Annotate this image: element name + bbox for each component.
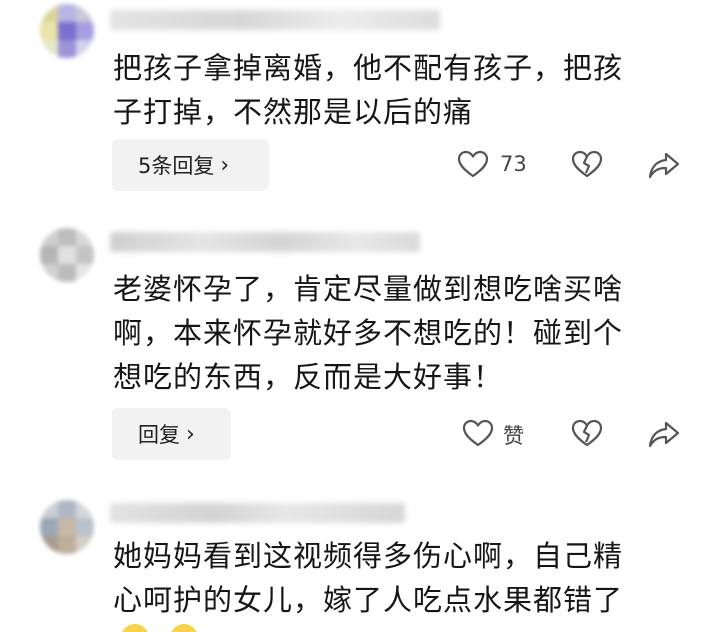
- reply-button[interactable]: 回复 ›: [112, 408, 231, 460]
- emoji-icon: [121, 624, 149, 632]
- comment-text-line: 心呵护的女儿，嫁了人吃点水果都错了: [113, 583, 624, 617]
- avatar[interactable]: [40, 4, 94, 58]
- comment-text: 把孩子拿掉离婚，他不配有孩子，把孩 子打掉，不然那是以后的痛: [113, 46, 673, 134]
- comment-text-line: 把孩子拿掉离婚，他不配有孩子，把孩: [113, 51, 624, 85]
- reply-label: 回复: [138, 423, 180, 447]
- heart-icon[interactable]: [462, 418, 494, 450]
- avatar[interactable]: [40, 500, 94, 554]
- like-count: 73: [500, 152, 527, 176]
- share-arrow-icon[interactable]: [648, 418, 680, 450]
- username-blurred[interactable]: [110, 232, 420, 252]
- username-blurred[interactable]: [110, 10, 440, 30]
- emoji-icon: [170, 624, 198, 632]
- chevron-right-icon: ›: [220, 152, 230, 178]
- comment-text-line: 子打掉，不然那是以后的痛: [113, 95, 474, 129]
- share-arrow-icon[interactable]: [648, 149, 680, 181]
- comment-text-line: 她妈妈看到这视频得多伤心啊，自己精: [113, 539, 624, 573]
- comment-text: 她妈妈看到这视频得多伤心啊，自己精 心呵护的女儿，嫁了人吃点水果都错了: [113, 534, 673, 622]
- like-label: 赞: [503, 424, 524, 448]
- reply-label: 5条回复: [138, 154, 215, 178]
- broken-heart-icon[interactable]: [571, 149, 603, 181]
- username-blurred[interactable]: [110, 503, 405, 523]
- comment-text: 老婆怀孕了，肯定尽量做到想吃啥买啥 啊，本来怀孕就好多不想吃的！碰到个 想吃的东…: [113, 267, 673, 399]
- heart-icon[interactable]: [457, 149, 489, 181]
- comment-text-line: 想吃的东西，反而是大好事！: [113, 360, 504, 394]
- comment-text-line: 老婆怀孕了，肯定尽量做到想吃啥买啥: [113, 272, 624, 306]
- avatar[interactable]: [40, 228, 94, 282]
- comment-text-line: 啊，本来怀孕就好多不想吃的！碰到个: [113, 316, 624, 350]
- comment-feed: 把孩子拿掉离婚，他不配有孩子，把孩 子打掉，不然那是以后的痛 5条回复 › 73: [0, 0, 719, 632]
- broken-heart-icon[interactable]: [571, 418, 603, 450]
- chevron-right-icon: ›: [186, 421, 195, 447]
- view-replies-button[interactable]: 5条回复 ›: [112, 139, 269, 191]
